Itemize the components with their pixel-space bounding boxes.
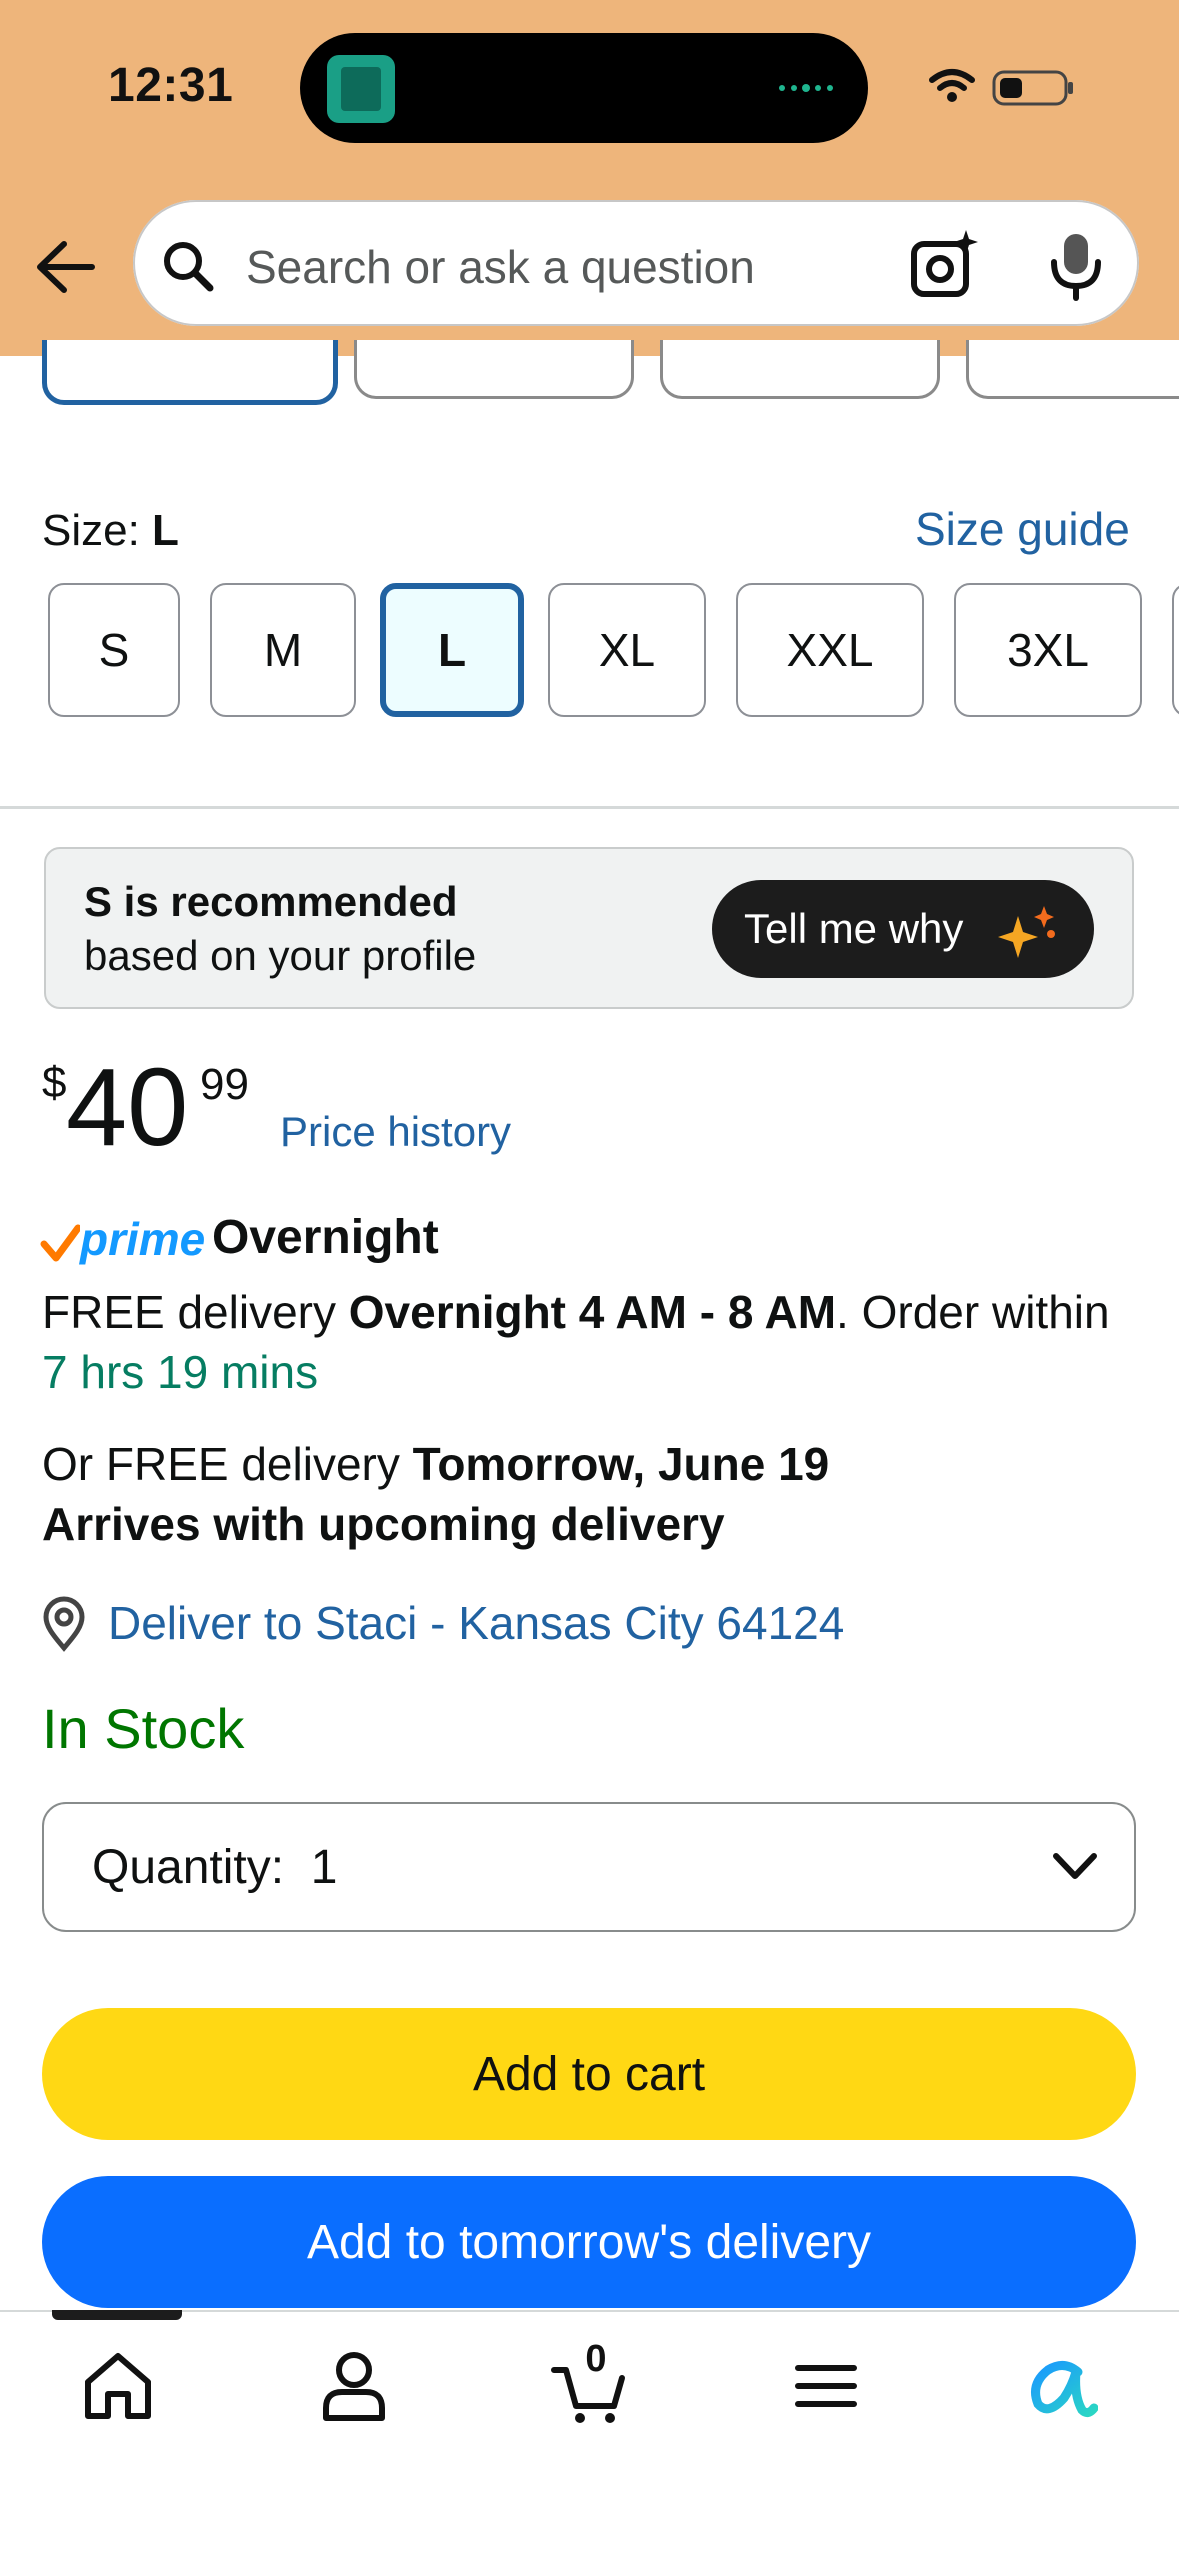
account-icon[interactable] bbox=[314, 2346, 394, 2426]
size-guide-link[interactable]: Size guide bbox=[915, 502, 1130, 556]
size-option-xxl[interactable]: XXL bbox=[736, 583, 924, 717]
color-option-chip[interactable] bbox=[42, 340, 338, 405]
size-option-3xl[interactable]: 3XL bbox=[954, 583, 1142, 717]
cart-count-badge: 0 bbox=[585, 2338, 607, 2380]
quantity-label: Quantity: 1 bbox=[92, 1841, 338, 1894]
size-option-more[interactable] bbox=[1172, 583, 1179, 717]
section-divider bbox=[0, 806, 1179, 809]
size-option-xl[interactable]: XL bbox=[548, 583, 706, 717]
price-fraction: 99 bbox=[200, 1060, 249, 1109]
tell-me-why-label: Tell me why bbox=[744, 905, 964, 952]
stock-status: In Stock bbox=[42, 1697, 245, 1760]
price-history-link[interactable]: Price history bbox=[280, 1108, 511, 1156]
price-currency: $ bbox=[42, 1058, 67, 1107]
primary-delivery-message: FREE delivery Overnight 4 AM - 8 AM. Ord… bbox=[42, 1286, 1110, 1398]
color-option-chip[interactable] bbox=[354, 340, 634, 399]
recommendation-title: S is recommended bbox=[84, 878, 458, 925]
search-icon bbox=[164, 242, 214, 292]
audio-wave-icon bbox=[779, 84, 833, 92]
back-arrow-icon[interactable] bbox=[30, 232, 100, 302]
camera-lens-icon[interactable] bbox=[908, 228, 980, 300]
quantity-value: 1 bbox=[310, 1841, 338, 1894]
location-pin-icon bbox=[43, 1596, 85, 1652]
prime-check-icon bbox=[40, 1224, 80, 1262]
status-time: 12:31 bbox=[108, 59, 234, 112]
wifi-icon bbox=[929, 69, 975, 102]
size-label: Size: L bbox=[42, 506, 179, 555]
deliver-to-link[interactable]: Deliver to Staci - Kansas City 64124 bbox=[108, 1596, 844, 1650]
now-playing-thumbnail[interactable] bbox=[327, 55, 395, 123]
delivery-countdown: 7 hrs 19 mins bbox=[42, 1346, 319, 1398]
price-whole: 40 bbox=[66, 1046, 189, 1169]
color-option-chip[interactable] bbox=[660, 340, 940, 399]
battery-icon bbox=[992, 70, 1073, 106]
active-tab-indicator bbox=[52, 2310, 182, 2320]
sparkle-icon bbox=[998, 906, 1055, 958]
add-to-tomorrow-delivery-button[interactable]: Add to tomorrow's delivery bbox=[42, 2176, 1136, 2308]
menu-icon[interactable] bbox=[786, 2346, 866, 2426]
size-option-m[interactable]: M bbox=[210, 583, 356, 717]
search-input[interactable]: Search or ask a question bbox=[246, 238, 755, 296]
rufus-icon[interactable] bbox=[1018, 2346, 1098, 2426]
microphone-icon[interactable] bbox=[1046, 230, 1106, 302]
home-icon[interactable] bbox=[78, 2346, 158, 2426]
prime-logo: prime bbox=[80, 1213, 206, 1265]
recommendation-subtitle: based on your profile bbox=[84, 932, 477, 979]
prime-speed: Overnight bbox=[212, 1211, 439, 1264]
size-option-l[interactable]: L bbox=[380, 583, 524, 717]
status-icons bbox=[929, 69, 1073, 106]
secondary-delivery-message: Or FREE delivery Tomorrow, June 19 Arrive… bbox=[42, 1438, 830, 1550]
size-option-s[interactable]: S bbox=[48, 583, 180, 717]
color-option-chip[interactable] bbox=[966, 340, 1179, 399]
chevron-down-icon bbox=[1053, 1853, 1097, 1879]
add-to-cart-button[interactable]: Add to cart bbox=[42, 2008, 1136, 2140]
